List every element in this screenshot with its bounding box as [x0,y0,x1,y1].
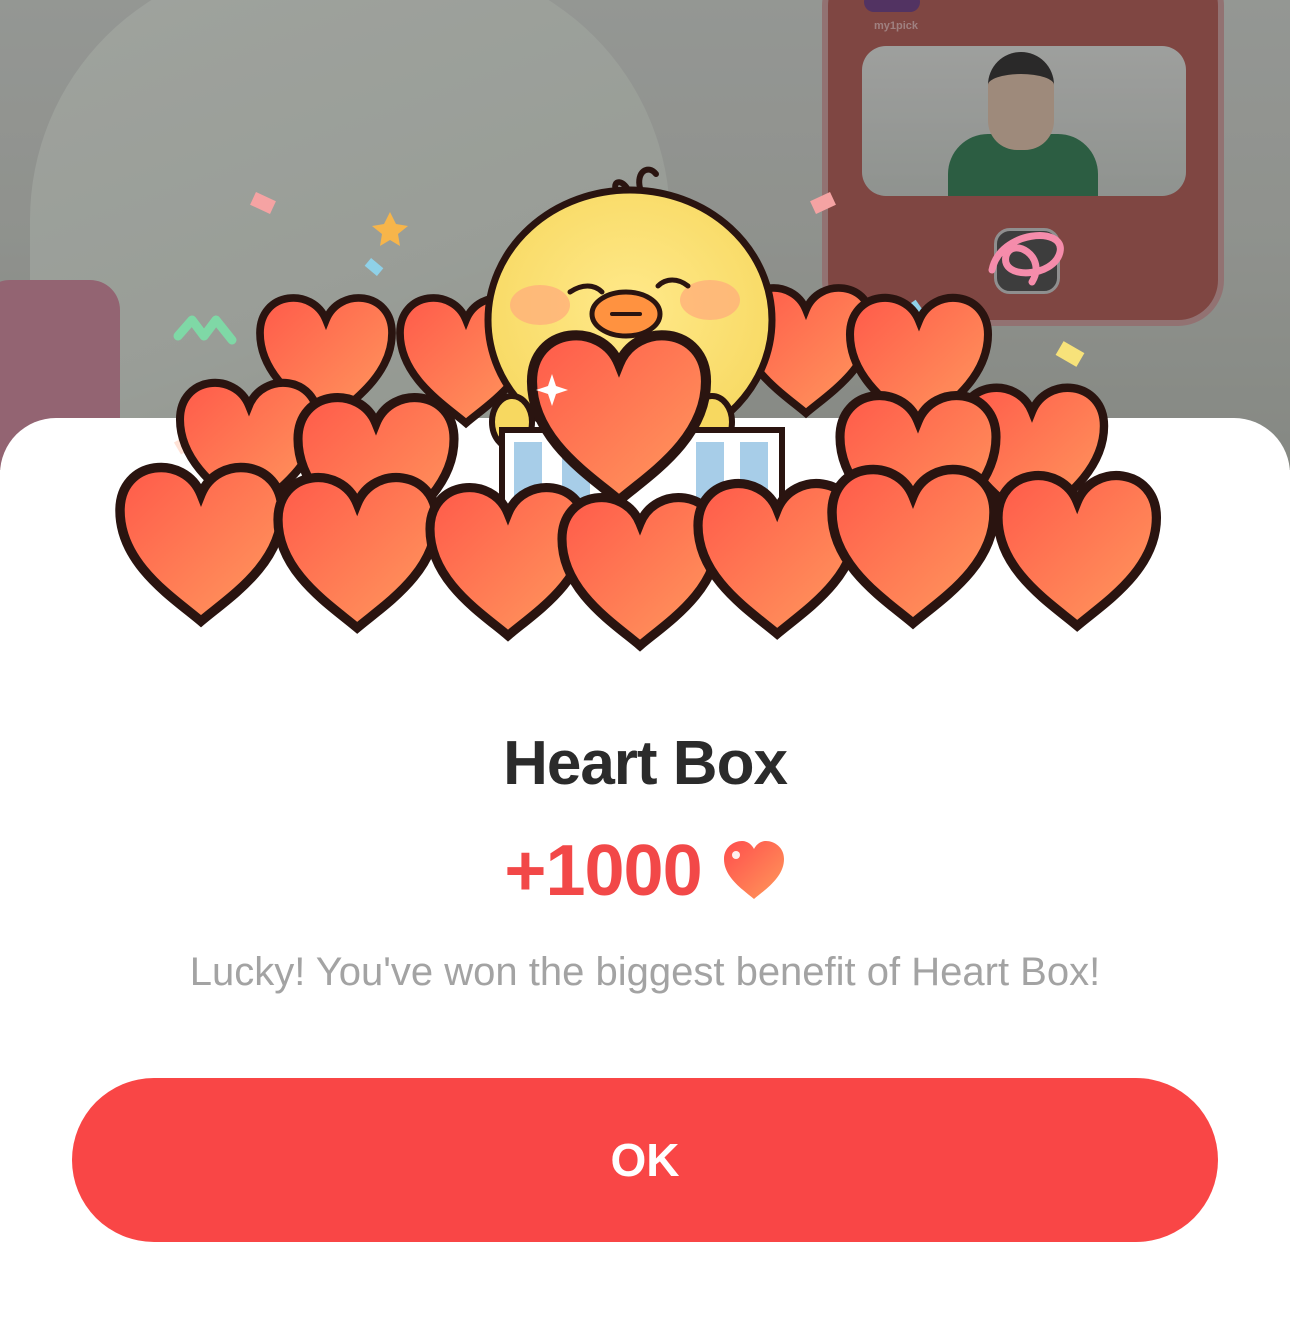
reward-row: +1000 [0,830,1290,912]
dialog-title: Heart Box [503,729,788,798]
ok-button[interactable]: OK [72,1078,1218,1242]
heart-box-illustration [100,166,1190,680]
reward-amount: +1000 [504,831,702,911]
heart-icon [723,841,784,899]
reward-message: Lucky! You've won the biggest benefit of… [189,950,1101,994]
